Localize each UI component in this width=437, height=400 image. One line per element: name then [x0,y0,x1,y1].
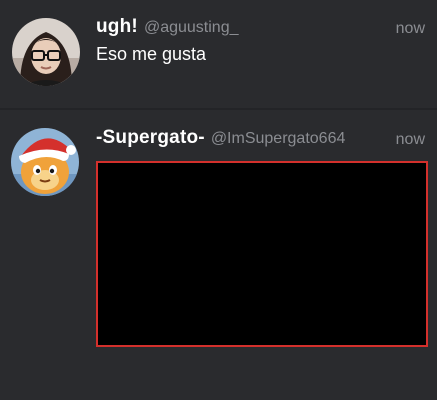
timeline-feed: ugh! @aguusting_ now Eso me gusta -Super… [0,0,437,400]
user-handle[interactable]: @aguusting_ [144,19,239,36]
avatar-girl-glasses-icon [12,18,80,86]
timestamp[interactable]: now [396,20,425,38]
tweet-item[interactable]: ugh! @aguusting_ now Eso me gusta [0,0,437,108]
avatar[interactable] [11,128,79,196]
tweet-header: ugh! @aguusting_ now [96,16,431,40]
display-name[interactable]: -Supergato- [96,127,205,148]
tweet-header: -Supergato- @ImSupergato664 now [96,127,431,151]
media-video[interactable] [96,161,428,347]
timestamp[interactable]: now [396,131,425,149]
tweet-item[interactable]: -Supergato- @ImSupergato664 now [0,110,437,400]
avatar[interactable] [12,18,80,86]
display-name[interactable]: ugh! [96,16,138,37]
user-handle[interactable]: @ImSupergato664 [211,130,346,147]
avatar-santa-cartoon-icon [11,128,79,196]
tweet-text: Eso me gusta [96,44,207,64]
